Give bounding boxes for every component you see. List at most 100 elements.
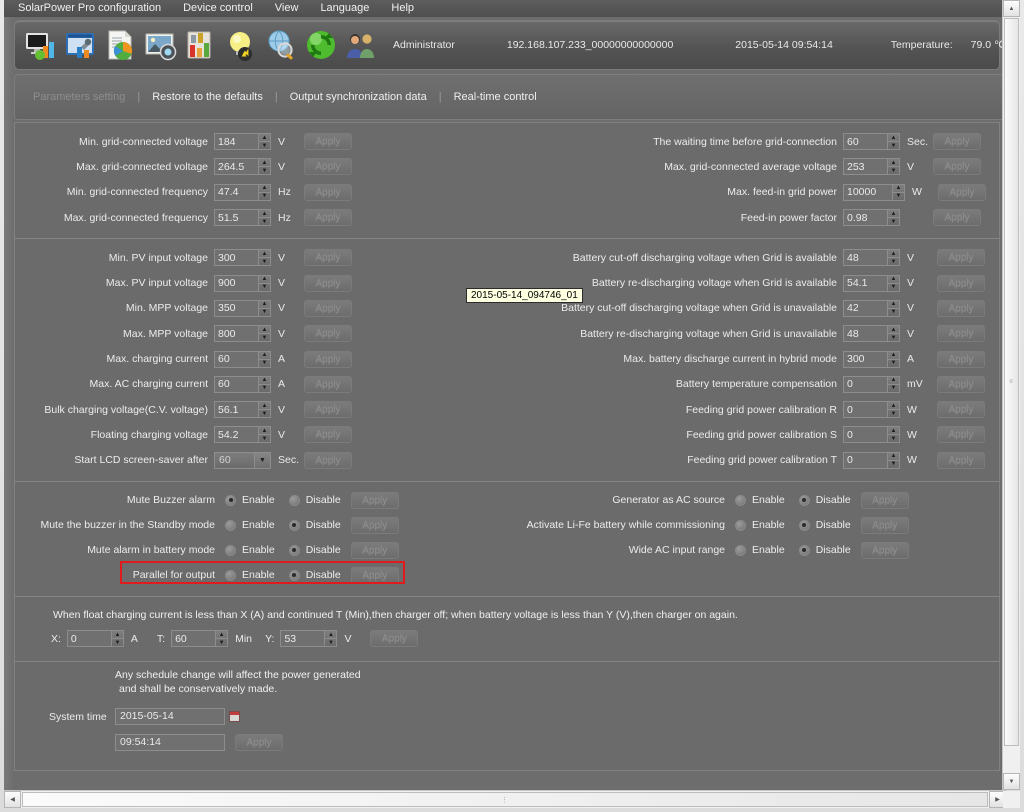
stepper-up-icon[interactable]: ▲ xyxy=(259,326,270,335)
stepper-down-icon[interactable]: ▼ xyxy=(888,258,899,265)
stepper-up-icon[interactable]: ▲ xyxy=(259,377,270,385)
wide-ac-input-range-enable-radio[interactable] xyxy=(735,544,746,556)
max-feed-in-grid-power-input[interactable] xyxy=(843,183,892,201)
apply-button[interactable]: Apply xyxy=(304,133,352,151)
stepper-down-icon[interactable]: ▼ xyxy=(259,142,270,149)
stepper-buttons[interactable]: ▲ ▼ xyxy=(887,249,900,267)
apply-button[interactable]: Apply xyxy=(937,299,985,317)
max-grid-connected-average-voltage-stepper[interactable]: ▲▼ xyxy=(843,158,900,176)
battery-cutoff-discharging-grid-unavailable-stepper[interactable]: ▲▼ xyxy=(843,299,900,317)
stepper-buttons[interactable]: ▲ ▼ xyxy=(887,209,900,227)
chevron-down-icon[interactable]: ▼ xyxy=(254,452,270,468)
stepper-buttons[interactable]: ▲ ▼ xyxy=(887,426,900,444)
stepper-up-icon[interactable]: ▲ xyxy=(216,631,228,640)
generator-as-ac-source-disable-radio[interactable] xyxy=(798,494,810,506)
vertical-scrollbar[interactable]: ▲ ≡ ▼ xyxy=(1002,0,1020,790)
stepper-up-icon[interactable]: ▲ xyxy=(888,250,899,259)
apply-button[interactable]: Apply xyxy=(860,516,909,534)
stepper-buttons[interactable]: ▲ ▼ xyxy=(258,426,271,444)
apply-button[interactable]: Apply xyxy=(304,183,352,201)
apply-button[interactable]: Apply xyxy=(937,325,985,343)
stepper-down-icon[interactable]: ▼ xyxy=(259,258,270,265)
stepper-buttons[interactable]: ▲ ▼ xyxy=(887,325,900,343)
apply-button[interactable]: Apply xyxy=(938,183,986,201)
min-grid-connected-voltage-stepper[interactable]: ▲▼ xyxy=(214,133,271,151)
battery-cutoff-discharging-grid-available-stepper[interactable]: ▲▼ xyxy=(843,249,900,267)
stepper-buttons[interactable]: ▲ ▼ xyxy=(887,401,900,419)
menu-item-solarpower-pro-configuration[interactable]: SolarPower Pro configuration xyxy=(4,0,172,17)
system-date-input[interactable]: 2015-05-14 xyxy=(115,708,225,726)
stepper-up-icon[interactable]: ▲ xyxy=(888,159,899,168)
stepper-down-icon[interactable]: ▼ xyxy=(259,167,270,174)
mute-alarm-battery-disable-radio[interactable] xyxy=(288,544,300,556)
stepper-up-icon[interactable]: ▲ xyxy=(888,276,899,284)
battery-re-discharging-grid-unavailable-stepper[interactable]: ▲▼ xyxy=(843,325,900,343)
stepper-down-icon[interactable]: ▼ xyxy=(259,193,270,200)
calendar-icon[interactable] xyxy=(229,711,240,723)
float-x-input[interactable] xyxy=(66,630,111,648)
activate-life-battery-enable-radio[interactable] xyxy=(735,519,746,531)
apply-button[interactable]: Apply xyxy=(937,401,985,419)
warning-lamp-icon[interactable] xyxy=(223,27,259,63)
stepper-up-icon[interactable]: ▲ xyxy=(888,301,899,309)
stepper-down-icon[interactable]: ▼ xyxy=(259,435,270,442)
tab-restore-to-defaults[interactable]: Restore to the defaults xyxy=(152,91,263,103)
apply-button[interactable]: Apply xyxy=(937,426,985,444)
feeding-grid-power-calibration-t-stepper[interactable]: ▲▼ xyxy=(843,451,900,469)
stepper-down-icon[interactable]: ▼ xyxy=(888,142,899,149)
battery-cutoff-discharging-grid-available-input[interactable] xyxy=(843,249,887,267)
stepper-up-icon[interactable]: ▲ xyxy=(259,185,270,193)
stepper-up-icon[interactable]: ▲ xyxy=(888,134,899,143)
wide-ac-input-range-disable-radio[interactable] xyxy=(798,544,810,556)
stepper-down-icon[interactable]: ▼ xyxy=(216,639,227,646)
feeding-grid-power-calibration-r-stepper[interactable]: ▲▼ xyxy=(843,401,900,419)
stepper-buttons[interactable]: ▲ ▼ xyxy=(258,209,271,227)
tab-real-time-control[interactable]: Real-time control xyxy=(454,91,537,103)
stepper-buttons[interactable]: ▲ ▼ xyxy=(887,451,900,469)
tab-parameters-setting[interactable]: Parameters setting xyxy=(33,91,125,103)
horizontal-scrollbar[interactable]: ◀ ⋮ ▶ xyxy=(4,790,1006,808)
menu-item-language[interactable]: Language xyxy=(309,0,380,17)
mute-alarm-battery-enable-radio[interactable] xyxy=(225,544,236,556)
apply-button[interactable]: Apply xyxy=(860,491,909,509)
feeding-grid-power-calibration-s-input[interactable] xyxy=(843,426,887,444)
stepper-up-icon[interactable]: ▲ xyxy=(259,159,270,168)
stepper-up-icon[interactable]: ▲ xyxy=(259,250,270,259)
bulk-charging-voltage-stepper[interactable]: ▲▼ xyxy=(214,401,271,419)
device-settings-icon[interactable] xyxy=(63,27,99,63)
stepper-buttons[interactable]: ▲ ▼ xyxy=(258,249,271,267)
battery-cutoff-discharging-grid-unavailable-input[interactable] xyxy=(843,299,887,317)
horizontal-scroll-thumb[interactable]: ⋮ xyxy=(22,792,988,807)
apply-button[interactable]: Apply xyxy=(304,158,352,176)
stepper-buttons[interactable]: ▲ ▼ xyxy=(324,630,338,648)
max-pv-input-voltage-input[interactable] xyxy=(214,274,258,292)
stepper-down-icon[interactable]: ▼ xyxy=(888,435,899,442)
stepper-up-icon[interactable]: ▲ xyxy=(259,134,270,143)
stepper-down-icon[interactable]: ▼ xyxy=(888,309,899,316)
stepper-down-icon[interactable]: ▼ xyxy=(888,218,899,225)
max-charging-current-stepper[interactable]: ▲▼ xyxy=(214,350,271,368)
apply-button[interactable]: Apply xyxy=(350,541,399,559)
stepper-up-icon[interactable]: ▲ xyxy=(259,276,270,284)
float-x-stepper[interactable]: ▲▼ xyxy=(66,630,124,648)
stepper-up-icon[interactable]: ▲ xyxy=(259,402,270,411)
stepper-buttons[interactable]: ▲ ▼ xyxy=(887,299,900,317)
stepper-buttons[interactable]: ▲ ▼ xyxy=(258,158,271,176)
apply-button[interactable]: Apply xyxy=(937,375,985,393)
stepper-buttons[interactable]: ▲ ▼ xyxy=(887,133,900,151)
parallel-for-output-disable-radio[interactable] xyxy=(288,569,300,581)
apply-button[interactable]: Apply xyxy=(304,299,352,317)
stepper-down-icon[interactable]: ▼ xyxy=(888,461,899,468)
menu-item-device-control[interactable]: Device control xyxy=(172,0,264,17)
stepper-buttons[interactable]: ▲ ▼ xyxy=(887,350,900,368)
stepper-up-icon[interactable]: ▲ xyxy=(888,352,899,360)
data-chart-icon[interactable] xyxy=(183,27,219,63)
stepper-buttons[interactable]: ▲ ▼ xyxy=(258,325,271,343)
stepper-down-icon[interactable]: ▼ xyxy=(888,385,899,392)
stepper-buttons[interactable]: ▲ ▼ xyxy=(892,183,905,201)
menu-item-help[interactable]: Help xyxy=(380,0,425,17)
scroll-up-button[interactable]: ▲ xyxy=(1003,0,1020,17)
waiting-time-before-grid-connection-stepper[interactable]: ▲▼ xyxy=(843,133,900,151)
stepper-down-icon[interactable]: ▼ xyxy=(259,410,270,417)
stepper-down-icon[interactable]: ▼ xyxy=(888,284,899,291)
